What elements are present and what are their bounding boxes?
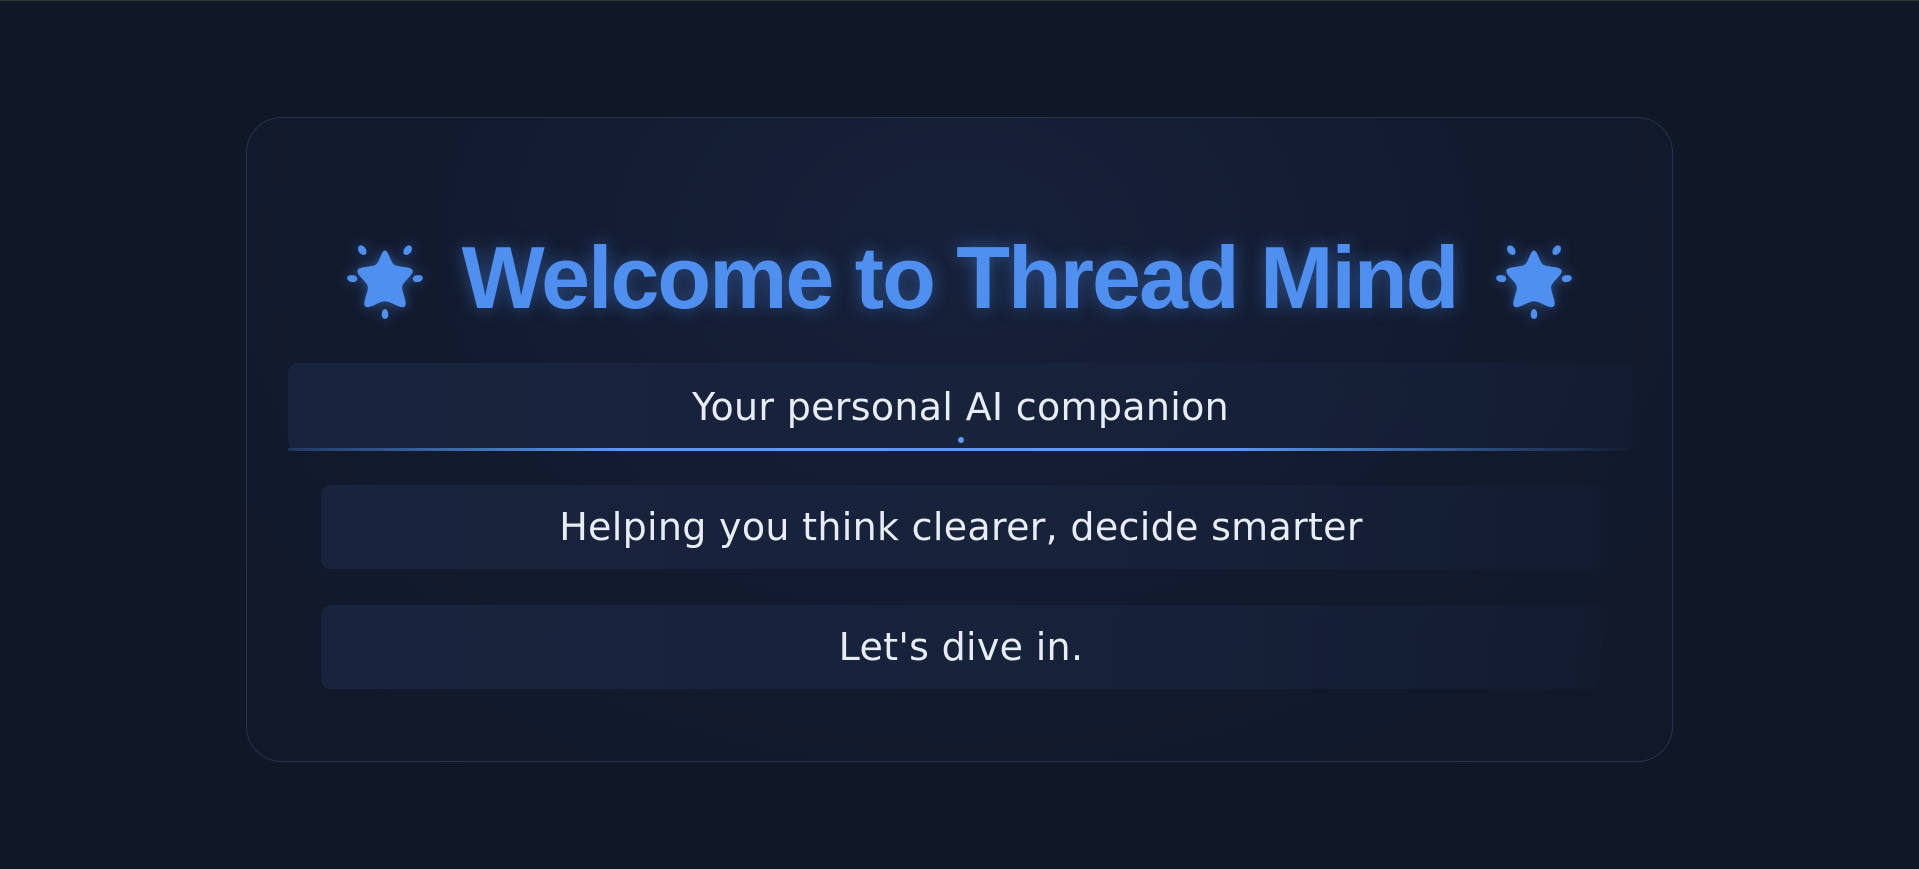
tagline-line-2: Helping you think clearer, decide smarte… [321,485,1601,569]
title-row: Welcome to Thread Mind [247,218,1672,338]
page-title: Welcome to Thread Mind [461,228,1460,327]
sparkle-star-icon [346,245,423,319]
tagline-text: Let's dive in. [838,625,1084,669]
sparkle-star-icon [1496,245,1573,319]
typing-cursor [958,437,964,443]
tagline-text: Your personal AI companion [692,385,1229,429]
welcome-card: Welcome to Thread Mind Your personal AI … [246,117,1673,762]
tagline-line-3: Let's dive in. [321,605,1601,689]
active-line-underline [288,448,1633,451]
tagline-text: Helping you think clearer, decide smarte… [559,505,1363,549]
top-divider [0,0,1919,1]
tagline-line-1: Your personal AI companion [288,363,1633,451]
